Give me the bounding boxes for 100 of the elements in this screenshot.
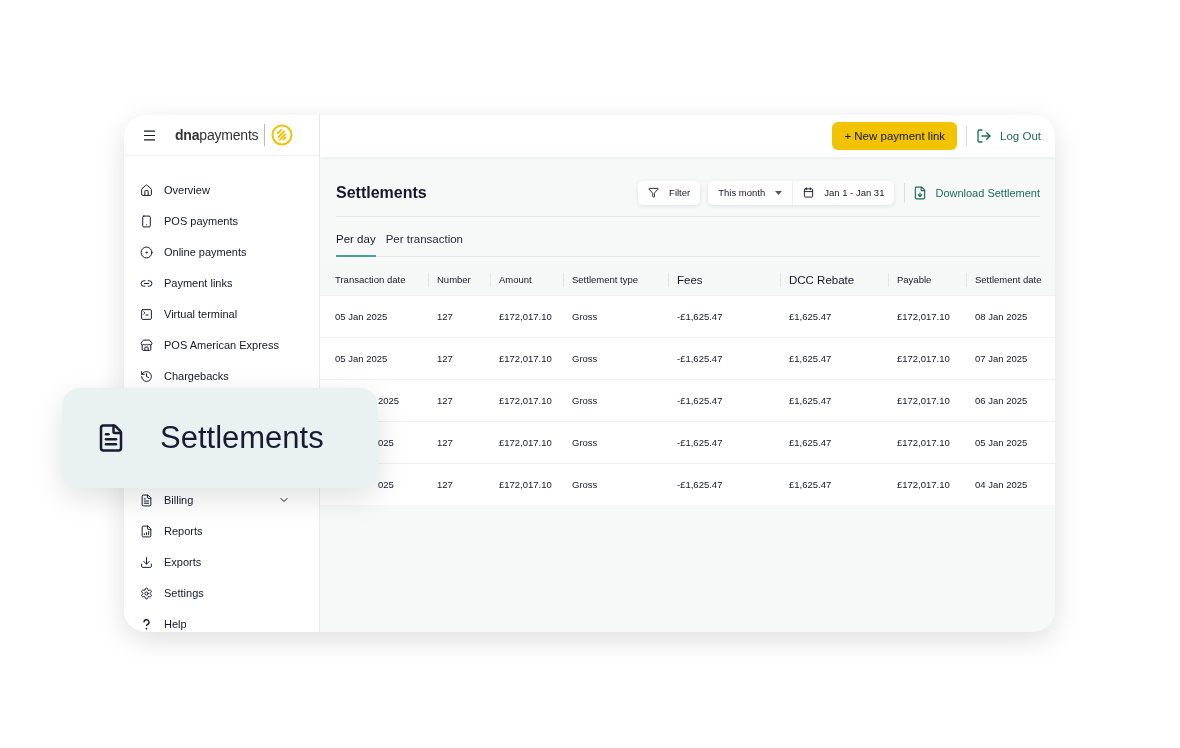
table-cell-text: 127 xyxy=(436,437,454,448)
table-cell-text: 2025 xyxy=(377,395,401,406)
sidebar-item-label: Billing xyxy=(164,494,195,506)
sidebar-item[interactable]: Reports xyxy=(140,523,290,539)
calendar-icon xyxy=(803,187,815,198)
log-out-link[interactable]: Log Out xyxy=(976,128,1041,144)
table-cell-text: 127 xyxy=(436,395,454,406)
history-icon xyxy=(140,369,153,383)
sidebar-item[interactable]: POS American Express xyxy=(140,337,290,353)
file-download-icon xyxy=(913,185,928,200)
sidebar-item[interactable]: Billing xyxy=(140,492,290,508)
table-cell-text: 025 xyxy=(377,479,395,490)
date-range-picker[interactable]: Jan 1 - Jan 31 xyxy=(792,180,895,205)
sidebar-item[interactable]: Chargebacks xyxy=(140,368,290,384)
table-cell-text: £172,017.10 xyxy=(896,395,951,406)
caret-icon xyxy=(775,190,783,195)
table-cell-text: £1,625.47 xyxy=(788,311,833,322)
table-cell-text: 04 Jan 2025 xyxy=(974,479,1029,490)
table-cell-text: Gross xyxy=(571,479,599,490)
new-payment-link-button[interactable]: + New payment link xyxy=(832,122,958,150)
document-icon xyxy=(140,493,153,507)
table-cell-text: £1,625.47 xyxy=(788,395,833,406)
sidebar-item-label: Overview xyxy=(164,184,211,196)
table-cell-text: -£1,625.47 xyxy=(676,311,724,322)
table-cell-text: £172,017.10 xyxy=(498,479,553,490)
table-cell-text: 127 xyxy=(436,353,454,364)
table-cell-text: 05 Jan 2025 xyxy=(974,437,1029,448)
settings-icon xyxy=(140,586,153,600)
download-settlement-link[interactable]: Download Settlement xyxy=(913,185,1040,200)
column-header: Settlement type xyxy=(563,273,668,287)
table-cell-text: £172,017.10 xyxy=(498,353,553,364)
column-header: Payable xyxy=(888,273,966,287)
table-cell-text: Gross xyxy=(571,395,599,406)
sidebar-item[interactable]: Help xyxy=(140,616,290,632)
table-cell-text: 127 xyxy=(436,311,454,322)
sidebar-item[interactable]: Virtual terminal xyxy=(140,306,290,322)
sidebar-item-label: Settings xyxy=(164,587,205,599)
table-cell-text: £172,017.10 xyxy=(498,437,553,448)
sidebar-item-label: Payment links xyxy=(164,277,234,289)
sidebar-item-label: POS payments xyxy=(164,215,239,227)
table-cell-text: 07 Jan 2025 xyxy=(974,353,1029,364)
table-cell-text: 05 Jan 2025 xyxy=(334,311,389,322)
sidebar-item[interactable]: Payment links xyxy=(140,275,290,291)
log-out-icon xyxy=(976,128,993,144)
table-cell-text: £172,017.10 xyxy=(498,395,553,406)
table-cell-text: -£1,625.47 xyxy=(676,395,724,406)
sidebar-item-label: Virtual terminal xyxy=(164,308,239,320)
table-cell-text: 06 Jan 2025 xyxy=(974,395,1029,406)
table-cell-text: Gross xyxy=(571,353,599,364)
table-cell-text: 025 xyxy=(377,437,395,448)
column-header: Number xyxy=(428,273,490,287)
table-cell-text: £172,017.10 xyxy=(896,479,951,490)
logo-text: dnapayments xyxy=(175,127,259,143)
filter-button[interactable]: Filter xyxy=(638,180,701,205)
table-cell-text: £1,625.47 xyxy=(788,479,833,490)
sidebar-item-label: Online payments xyxy=(164,246,248,258)
period-dropdown[interactable]: This month xyxy=(708,180,793,205)
logo-icon xyxy=(271,124,294,146)
column-header: DCC Rebate xyxy=(780,273,888,287)
tab[interactable]: Per day xyxy=(336,233,376,257)
table-cell-text: £172,017.10 xyxy=(896,353,951,364)
filter-icon xyxy=(648,187,660,198)
table-cell-text: -£1,625.47 xyxy=(676,353,724,364)
sidebar-item-label: Reports xyxy=(164,525,204,537)
sidebar-item-label: Exports xyxy=(164,556,203,568)
help-icon xyxy=(140,617,153,631)
callout-label: Settlements xyxy=(160,420,324,456)
tab[interactable]: Per transaction xyxy=(385,233,463,257)
table-cell-text: Gross xyxy=(571,311,599,322)
table-cell-text: £172,017.10 xyxy=(896,311,951,322)
sidebar-item[interactable]: Exports xyxy=(140,554,290,570)
column-header: Fees xyxy=(668,273,780,287)
sidebar-item[interactable]: POS payments xyxy=(140,213,290,229)
sidebar-item-label: Help xyxy=(164,618,188,630)
table-cell-text: -£1,625.47 xyxy=(676,479,724,490)
download-icon xyxy=(140,555,153,569)
table-cell-text: 08 Jan 2025 xyxy=(974,311,1029,322)
table-cell-text: -£1,625.47 xyxy=(676,437,724,448)
table-cell-text: Gross xyxy=(571,437,599,448)
circle-icon xyxy=(140,245,153,259)
home-icon xyxy=(140,183,153,197)
table-cell-text: £172,017.10 xyxy=(498,311,553,322)
table-cell-text: 127 xyxy=(436,479,454,490)
sidebar-item[interactable]: Settings xyxy=(140,585,290,601)
table-cell-text: £1,625.47 xyxy=(788,437,833,448)
column-header: Amount xyxy=(490,273,563,287)
sidebar-item-label: Chargebacks xyxy=(164,370,230,382)
sidebar-item[interactable]: Overview xyxy=(140,182,290,198)
report-icon xyxy=(140,524,153,538)
store-icon xyxy=(140,338,153,352)
menu-icon[interactable] xyxy=(142,127,157,143)
sidebar-item-label: POS American Express xyxy=(164,339,280,351)
table-cell-text: £172,017.10 xyxy=(896,437,951,448)
sidebar-item[interactable]: Online payments xyxy=(140,244,290,260)
table-cell-text: 05 Jan 2025 xyxy=(334,353,389,364)
table-cell-text: £1,625.47 xyxy=(788,353,833,364)
column-header: Transaction date xyxy=(334,273,407,287)
column-header: Settlement date xyxy=(966,273,1055,287)
page-title: Settlements xyxy=(336,183,428,202)
terminal-icon xyxy=(140,307,153,321)
